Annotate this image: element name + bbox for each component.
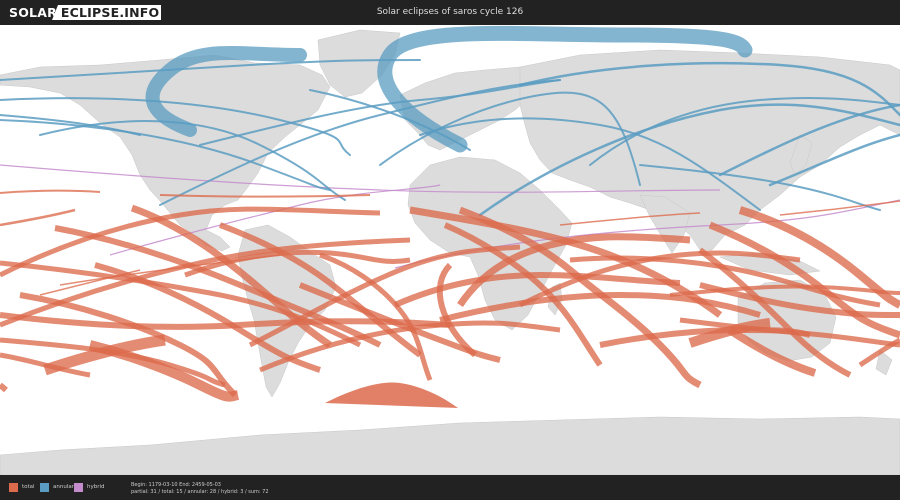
total-path — [0, 189, 101, 194]
top-bar: SOLAR ECLIPSE.INFO Solar eclipses of saro… — [0, 0, 900, 25]
continent-asia — [519, 49, 900, 251]
legend-item-hybrid: hybrid — [74, 483, 105, 492]
legend-swatch-annular — [40, 483, 49, 492]
total-polar-cap — [325, 382, 458, 408]
eclipse-path-map — [0, 25, 900, 476]
saros-stats: Begin: 1179-03-10 End: 2459-05-03 partia… — [131, 482, 269, 495]
saros-eclipse-counts: partial: 31 / total: 15 / annular: 28 / … — [131, 488, 269, 495]
legend-swatch-hybrid — [74, 483, 83, 492]
page-title: Solar eclipses of saros cycle 126 — [376, 7, 524, 17]
total-path — [0, 208, 76, 227]
legend-label-annular: annular — [53, 484, 74, 490]
bottom-bar: total annular hybrid Begin: 1179-03-10 E… — [0, 475, 900, 500]
legend-label-total: total — [22, 484, 35, 490]
legend-label-hybrid: hybrid — [87, 484, 105, 490]
total-path — [0, 382, 8, 393]
total-path — [159, 194, 371, 198]
continent-antarctica — [0, 416, 900, 476]
world-map — [0, 25, 900, 476]
legend-item-annular: annular — [40, 483, 74, 492]
legend-swatch-total — [9, 483, 18, 492]
legend-item-total: total — [9, 483, 35, 492]
